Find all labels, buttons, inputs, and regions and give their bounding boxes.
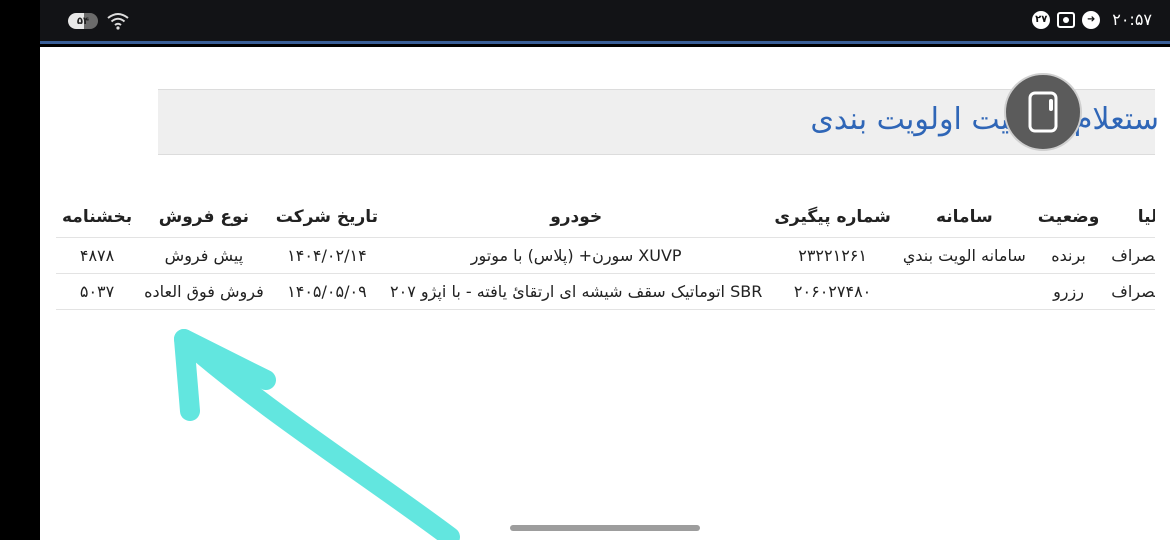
cancel-link[interactable]: امکان انصراف [1105, 273, 1155, 310]
col-header: تاریخ شرکت [275, 207, 379, 227]
table-cell: پیش فروش [138, 237, 270, 274]
col-header: شماره پیگیری [774, 207, 891, 227]
wifi-icon [107, 13, 129, 30]
table-cell: ۲۳۲۲۱۲۶۱ [768, 237, 897, 274]
table-cell: رزرو [1031, 273, 1106, 310]
table-cell: ۵۰۳۷ [56, 273, 139, 310]
table-cell: سورن+ (پلاس) با موتور XUVP [384, 237, 769, 274]
table-cell: پژو ۲۰۷i اتوماتیک سقف شیشه ای ارتقائ یاف… [384, 273, 769, 310]
home-indicator[interactable] [510, 525, 700, 531]
battery-level: ۵۴ [76, 15, 90, 27]
message-icon: ➜ [1082, 10, 1101, 29]
battery-icon: ۵۴ [68, 13, 98, 29]
page: ستعلام وضعیت اولویت بندی بخشنامه نوع فرو… [40, 47, 1170, 540]
cancel-link[interactable]: امکان انصراف [1105, 237, 1155, 274]
notification-count-badge: ۲۷ [1032, 10, 1051, 29]
col-header: نوع فروش [158, 207, 250, 227]
col-header: خودرو [550, 207, 603, 227]
table-row: ۴۸۷۸ پیش فروش ۱۴۰۴/۰۲/۱۴ سورن+ (پلاس) با… [56, 237, 1155, 274]
col-header: وضعیت [1037, 207, 1100, 227]
col-header: سامانه [935, 207, 993, 227]
table-cell [896, 273, 1032, 310]
clock: ۲۰:۵۷ [1112, 10, 1152, 29]
table-cell: سامانه الويت بندي [896, 237, 1032, 274]
status-left: ۵۴ [68, 12, 130, 30]
table-cell: ۴۸۷۸ [56, 237, 139, 274]
table-header-row: بخشنامه نوع فروش تاریخ شرکت خودرو شماره … [56, 201, 1155, 238]
table-cell: ۱۴۰۵/۰۵/۰۹ [269, 273, 385, 310]
col-header: عملیا [1137, 207, 1155, 227]
status-right: ۲۷ ➜ ۲۰:۵۷ [1032, 10, 1152, 29]
table-cell: ۲۰۶۰۲۷۴۸۰ [768, 273, 897, 310]
phone-icon [1028, 91, 1058, 133]
floating-app-button[interactable] [1004, 73, 1082, 151]
table-cell: ۱۴۰۴/۰۲/۱۴ [269, 237, 385, 274]
table-row: ۵۰۳۷ فروش فوق العاده ۱۴۰۵/۰۵/۰۹ پژو ۲۰۷i… [56, 273, 1155, 310]
table-container: بخشنامه نوع فروش تاریخ شرکت خودرو شماره … [56, 201, 1155, 371]
status-bar: ۵۴ ۲۷ ➜ ۲۰:۵۷ [40, 0, 1170, 44]
table-cell: برنده [1031, 237, 1106, 274]
col-header: بخشنامه [62, 207, 133, 227]
priority-table: بخشنامه نوع فروش تاریخ شرکت خودرو شماره … [56, 201, 1155, 310]
page-title: ستعلام وضعیت اولویت بندی [810, 102, 1159, 137]
screen-record-icon [1057, 11, 1076, 28]
table-cell: فروش فوق العاده [138, 273, 270, 310]
